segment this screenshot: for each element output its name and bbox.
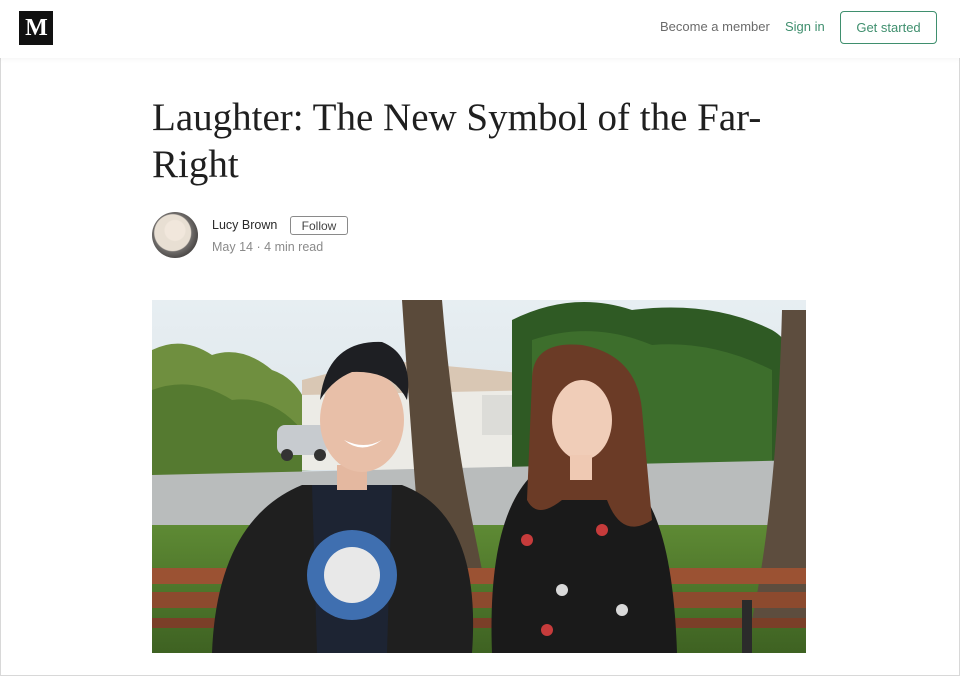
article-meta: May 14 · 4 min read bbox=[212, 240, 323, 254]
meta-separator: · bbox=[256, 240, 261, 254]
follow-button[interactable]: Follow bbox=[290, 216, 348, 235]
article-title: Laughter: The New Symbol of the Far-Righ… bbox=[152, 96, 762, 186]
read-time: 4 min read bbox=[264, 240, 324, 254]
sign-in-link[interactable]: Sign in bbox=[785, 19, 825, 34]
hero-image-illustration bbox=[152, 300, 806, 653]
top-navbar: M Become a member Sign in Get started bbox=[0, 0, 960, 58]
get-started-button[interactable]: Get started bbox=[840, 11, 937, 44]
become-member-link[interactable]: Become a member bbox=[660, 19, 770, 34]
publish-date: May 14 bbox=[212, 240, 253, 254]
hero-image bbox=[152, 300, 806, 653]
author-avatar[interactable] bbox=[152, 212, 198, 258]
author-name[interactable]: Lucy Brown bbox=[212, 218, 277, 232]
medium-logo[interactable]: M bbox=[19, 11, 53, 45]
